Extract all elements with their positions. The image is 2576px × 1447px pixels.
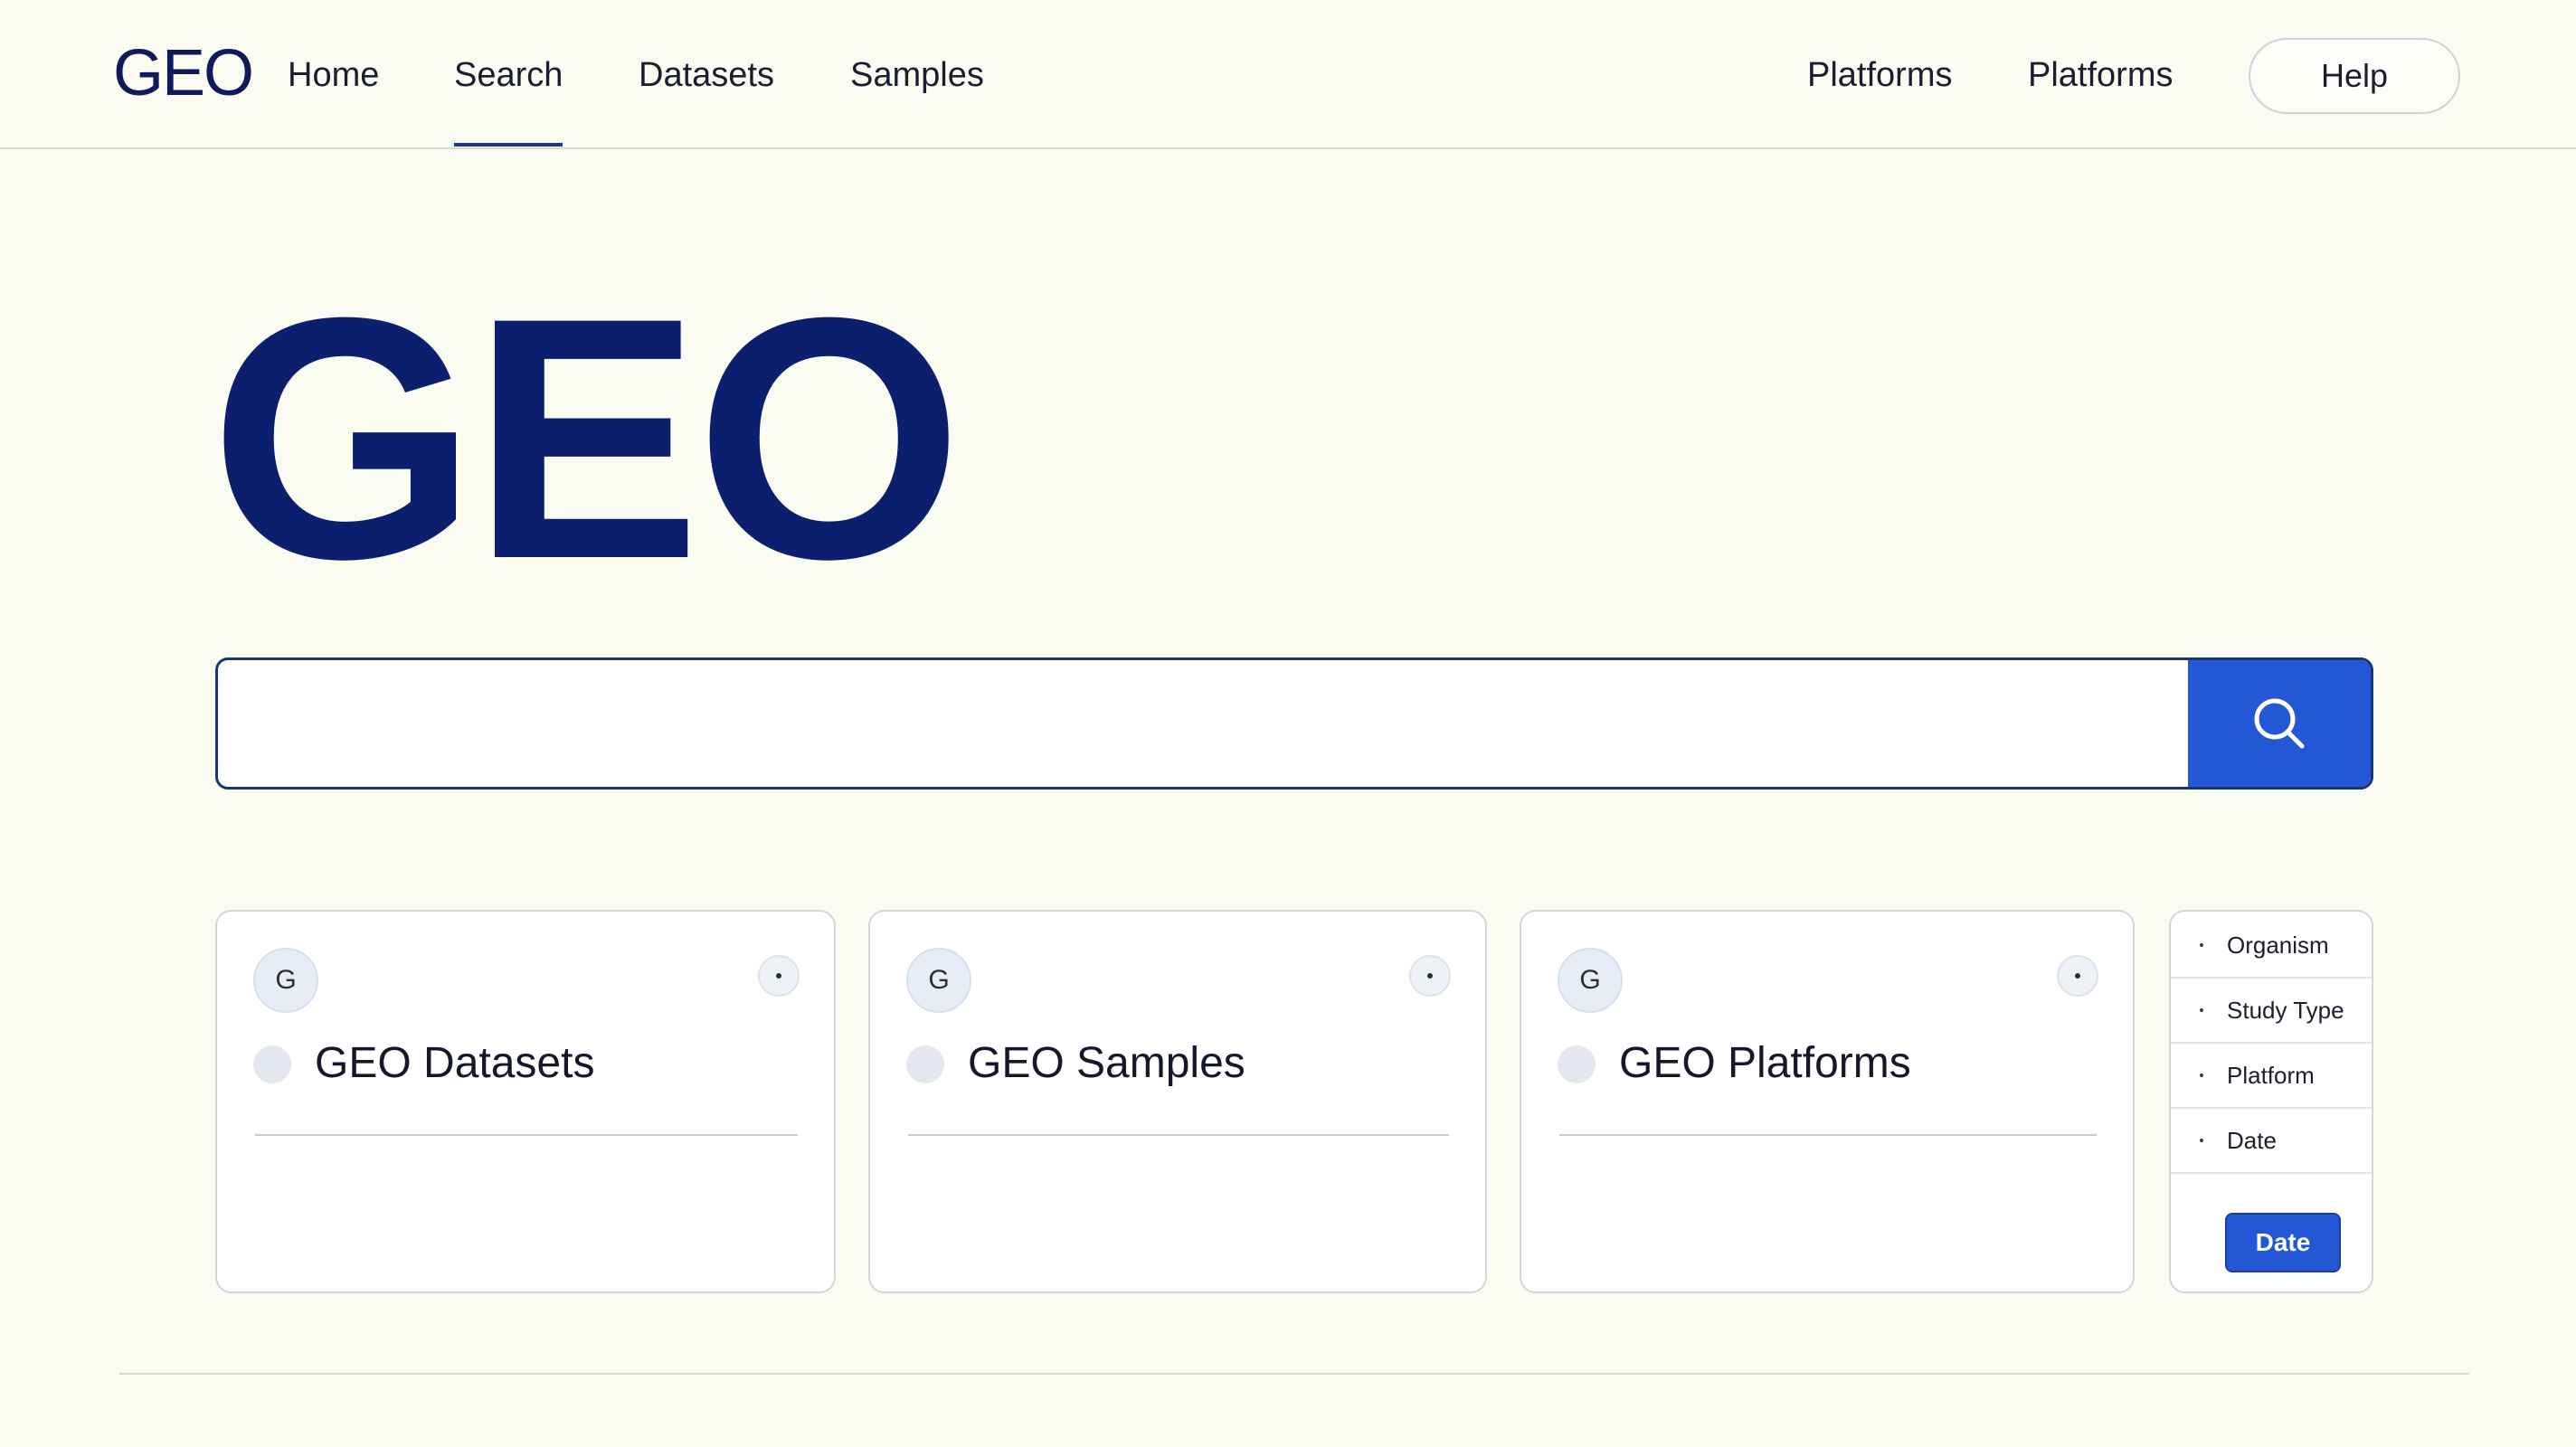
nav-home[interactable]: Home — [288, 56, 379, 95]
card-geo-platforms[interactable]: G GEO Platforms — [1520, 910, 2135, 1293]
card-radio[interactable] — [1558, 1045, 1596, 1083]
bullet-icon — [2200, 1139, 2203, 1142]
help-button[interactable]: Help — [2249, 38, 2460, 114]
filter-item-organism[interactable]: Organism — [2171, 913, 2372, 979]
nav-platforms[interactable]: Platforms — [1807, 56, 1952, 95]
card-menu-button[interactable] — [1409, 955, 1451, 997]
filter-item-study-type[interactable]: Study Type — [2171, 979, 2372, 1044]
card-divider — [908, 1134, 1449, 1136]
card-title: GEO Samples — [968, 1039, 1245, 1087]
nav-search[interactable]: Search — [454, 56, 564, 147]
card-badge: G — [906, 948, 971, 1013]
filter-item-platform[interactable]: Platform — [2171, 1044, 2372, 1109]
filter-item-label: Date — [2227, 1126, 2277, 1154]
card-radio[interactable] — [253, 1045, 291, 1083]
nav-datasets[interactable]: Datasets — [639, 56, 774, 95]
card-radio[interactable] — [906, 1045, 944, 1083]
filter-item-date[interactable]: Date — [2171, 1109, 2372, 1174]
nav-samples[interactable]: Samples — [850, 56, 984, 95]
search-icon — [2254, 698, 2305, 749]
card-geo-samples[interactable]: G GEO Samples — [868, 910, 1487, 1293]
card-divider — [1559, 1134, 2097, 1136]
top-navigation: GEO Home Search Datasets Samples Platfor… — [0, 0, 2576, 149]
filter-item-label: Platform — [2227, 1061, 2315, 1089]
search-input[interactable] — [218, 660, 2188, 787]
filter-panel: Organism Study Type Platform Date Date — [2169, 910, 2373, 1293]
filter-item-label: Organism — [2227, 931, 2329, 959]
card-menu-button[interactable] — [2057, 955, 2098, 997]
search-bar — [215, 657, 2373, 790]
card-badge: G — [1558, 948, 1623, 1013]
bullet-icon — [2200, 1008, 2203, 1012]
date-filter-button[interactable]: Date — [2225, 1213, 2341, 1272]
card-title: GEO Datasets — [315, 1039, 595, 1087]
logo[interactable]: GEO — [113, 36, 254, 110]
filter-item-label: Study Type — [2227, 996, 2344, 1024]
nav-platforms-secondary[interactable]: Platforms — [2028, 56, 2173, 95]
card-title: GEO Platforms — [1619, 1039, 1911, 1087]
bullet-icon — [2200, 1073, 2203, 1077]
hero-title: GEO — [210, 246, 963, 630]
card-divider — [255, 1134, 798, 1136]
bullet-icon — [2200, 943, 2203, 947]
card-geo-datasets[interactable]: G GEO Datasets — [215, 910, 836, 1293]
card-menu-button[interactable] — [758, 955, 800, 997]
search-button[interactable] — [2188, 660, 2371, 787]
geo-home-page: GEO Home Search Datasets Samples Platfor… — [0, 0, 2576, 1447]
footer-divider — [119, 1373, 2469, 1375]
card-badge: G — [253, 948, 318, 1013]
